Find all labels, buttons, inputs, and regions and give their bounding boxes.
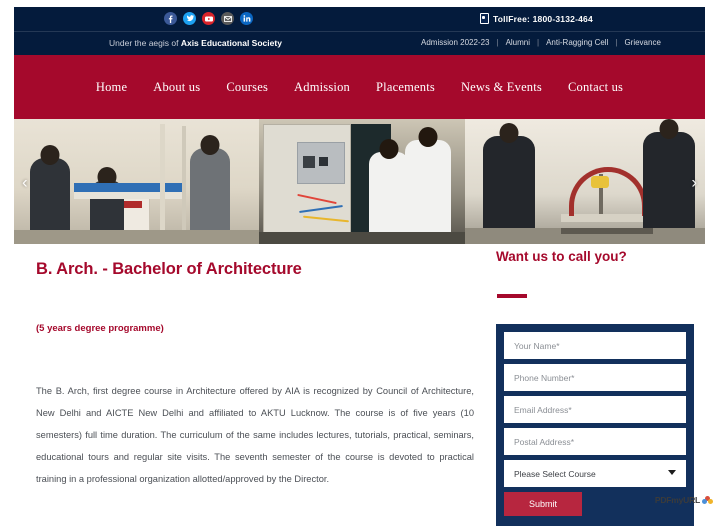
slider-prev-arrow[interactable]: ‹ (22, 173, 28, 190)
aegis-statement: Under the aegis of Axis Educational Soci… (109, 38, 282, 48)
aegis-prefix: Under the aegis of (109, 38, 181, 48)
nav-item-courses[interactable]: Courses (213, 80, 281, 95)
submit-button[interactable]: Submit (504, 492, 582, 516)
watermark-label: PDFmyURL (654, 495, 700, 505)
tollfree-label: TollFree: 1800-3132-464 (493, 13, 593, 24)
nav-menu: Home About us Courses Admission Placemen… (14, 55, 705, 119)
twitter-icon[interactable] (183, 12, 196, 25)
linkedin-icon[interactable] (240, 12, 253, 25)
hero-slide-structure-test (465, 119, 705, 244)
nav-item-admission[interactable]: Admission (281, 80, 363, 95)
watermark-dots-icon (702, 496, 713, 505)
phone-icon (480, 13, 489, 24)
course-description-paragraph: The B. Arch, first degree course in Arch… (36, 386, 474, 484)
your-name-input[interactable] (504, 332, 686, 359)
main-content: B. Arch. - Bachelor of Architecture (5 y… (0, 244, 719, 526)
postal-address-input[interactable] (504, 428, 686, 455)
tollfree-contact[interactable]: TollFree: 1800-3132-464 (480, 13, 593, 24)
nav-item-placements[interactable]: Placements (363, 80, 448, 95)
phone-number-input[interactable] (504, 364, 686, 391)
top-bar-upper-row: TollFree: 1800-3132-464 (14, 7, 705, 31)
nav-item-news-events[interactable]: News & Events (448, 80, 555, 95)
course-description-column: B. Arch. - Bachelor of Architecture (5 y… (36, 260, 476, 484)
aegis-society-name: Axis Educational Society (180, 38, 282, 48)
course-select-wrapper (504, 460, 686, 487)
programme-duration-note: (5 years degree programme) (36, 323, 164, 334)
nav-item-contact-us[interactable]: Contact us (555, 80, 636, 95)
facebook-icon[interactable] (164, 12, 177, 25)
email-address-input[interactable] (504, 396, 686, 423)
nav-item-about-us[interactable]: About us (140, 80, 213, 95)
top-link-alumni[interactable]: Alumni (499, 38, 537, 47)
top-quick-links: Admission 2022-23 | Alumni | Anti-Raggin… (414, 38, 668, 47)
pdfmyurl-watermark: PDFmyURL (655, 495, 713, 505)
youtube-icon[interactable] (202, 12, 215, 25)
page-title: B. Arch. - Bachelor of Architecture (36, 260, 302, 278)
hero-slide-control-panel (259, 119, 465, 244)
callback-heading: Want us to call you? (496, 249, 627, 264)
course-select[interactable] (504, 460, 686, 487)
hero-slide-lab-equipment (14, 119, 259, 244)
hero-slider[interactable]: ‹ › (14, 119, 705, 244)
social-links (164, 12, 253, 25)
top-link-grievance[interactable]: Grievance (617, 38, 667, 47)
top-utility-bar: TollFree: 1800-3132-464 Under the aegis … (14, 7, 705, 55)
email-icon[interactable] (221, 12, 234, 25)
top-link-admission[interactable]: Admission 2022-23 (414, 38, 496, 47)
page-root: TollFree: 1800-3132-464 Under the aegis … (0, 0, 719, 526)
heading-accent-bar (497, 294, 527, 298)
nav-item-home[interactable]: Home (83, 80, 140, 95)
top-bar-lower-row: Under the aegis of Axis Educational Soci… (14, 32, 705, 55)
top-link-anti-ragging-cell[interactable]: Anti-Ragging Cell (539, 38, 615, 47)
main-navigation-bar: Home About us Courses Admission Placemen… (14, 55, 705, 119)
slider-next-arrow[interactable]: › (691, 173, 697, 190)
